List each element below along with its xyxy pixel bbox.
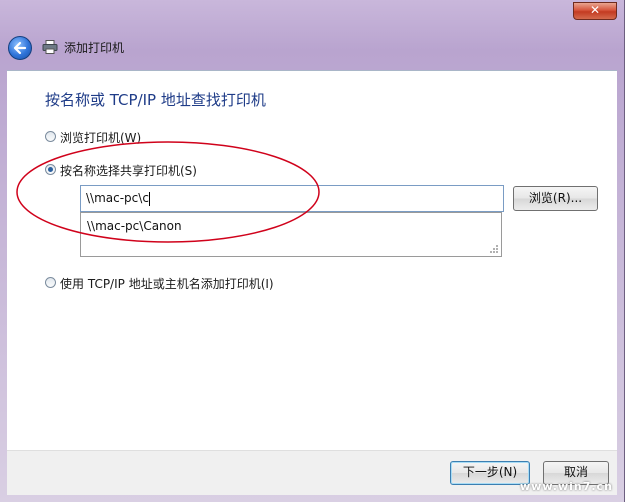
select-shared-by-name-label[interactable]: 按名称选择共享打印机(S) (60, 162, 197, 179)
back-button[interactable] (8, 36, 32, 60)
close-icon: ✕ (589, 3, 601, 17)
browse-printers-radio[interactable] (45, 131, 56, 142)
browse-button[interactable]: 浏览(R)... (513, 186, 598, 211)
add-by-tcpip-label[interactable]: 使用 TCP/IP 地址或主机名添加打印机(I) (60, 275, 274, 292)
printer-icon (42, 40, 58, 54)
autocomplete-dropdown: \\mac-pc\Canon (80, 212, 502, 257)
add-printer-window: ✕ 添加打印机 按名称或 TCP/IP 地址查找打印机 浏览打印机(W) 按名称… (0, 0, 625, 502)
text-caret (148, 191, 150, 206)
watermark: www.win7.cn (520, 480, 613, 493)
resize-grip-icon[interactable] (489, 244, 499, 254)
browse-printers-label[interactable]: 浏览打印机(W) (60, 129, 141, 146)
close-button[interactable]: ✕ (573, 2, 617, 20)
back-arrow-icon (13, 41, 27, 55)
wizard-content (7, 70, 617, 451)
next-button[interactable]: 下一步(N) (450, 461, 530, 485)
select-shared-by-name-radio[interactable] (45, 164, 56, 175)
page-heading: 按名称或 TCP/IP 地址查找打印机 (45, 91, 266, 109)
printer-name-input[interactable]: \\mac-pc\c (80, 185, 504, 212)
window-title: 添加打印机 (64, 41, 125, 55)
add-by-tcpip-radio[interactable] (45, 277, 56, 288)
printer-name-value: \\mac-pc\c (86, 191, 149, 205)
autocomplete-item[interactable]: \\mac-pc\Canon (87, 219, 182, 233)
